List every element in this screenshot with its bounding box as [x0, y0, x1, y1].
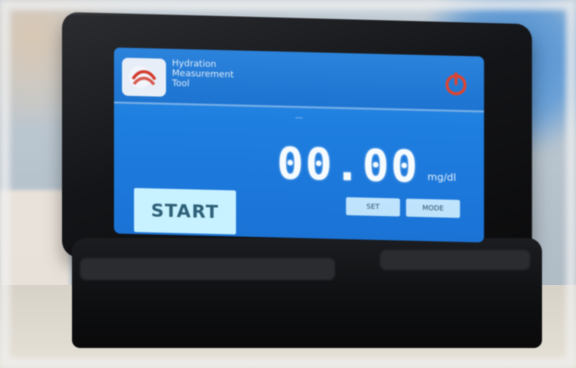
- device-base-groove-left: [80, 258, 335, 280]
- reading-display: 00.00 mg/dl: [277, 129, 456, 193]
- touchscreen: Hydration Measurement Tool --- 00.00 mg/…: [114, 47, 484, 243]
- reading-value: 00.00: [276, 138, 420, 193]
- small-label: ---: [295, 113, 303, 123]
- photo-scene: Hydration Measurement Tool --- 00.00 mg/…: [0, 0, 576, 368]
- power-icon[interactable]: [442, 69, 470, 98]
- logo-icon: [122, 57, 166, 97]
- screen-header-title: Hydration Measurement Tool: [172, 59, 402, 95]
- device-base-groove-right: [380, 250, 530, 270]
- small-left-button[interactable]: SET: [346, 197, 400, 217]
- screen-header: Hydration Measurement Tool: [114, 47, 484, 113]
- small-right-button[interactable]: MODE: [406, 198, 460, 218]
- start-button[interactable]: START: [134, 187, 236, 235]
- reading-unit: mg/dl: [427, 172, 456, 184]
